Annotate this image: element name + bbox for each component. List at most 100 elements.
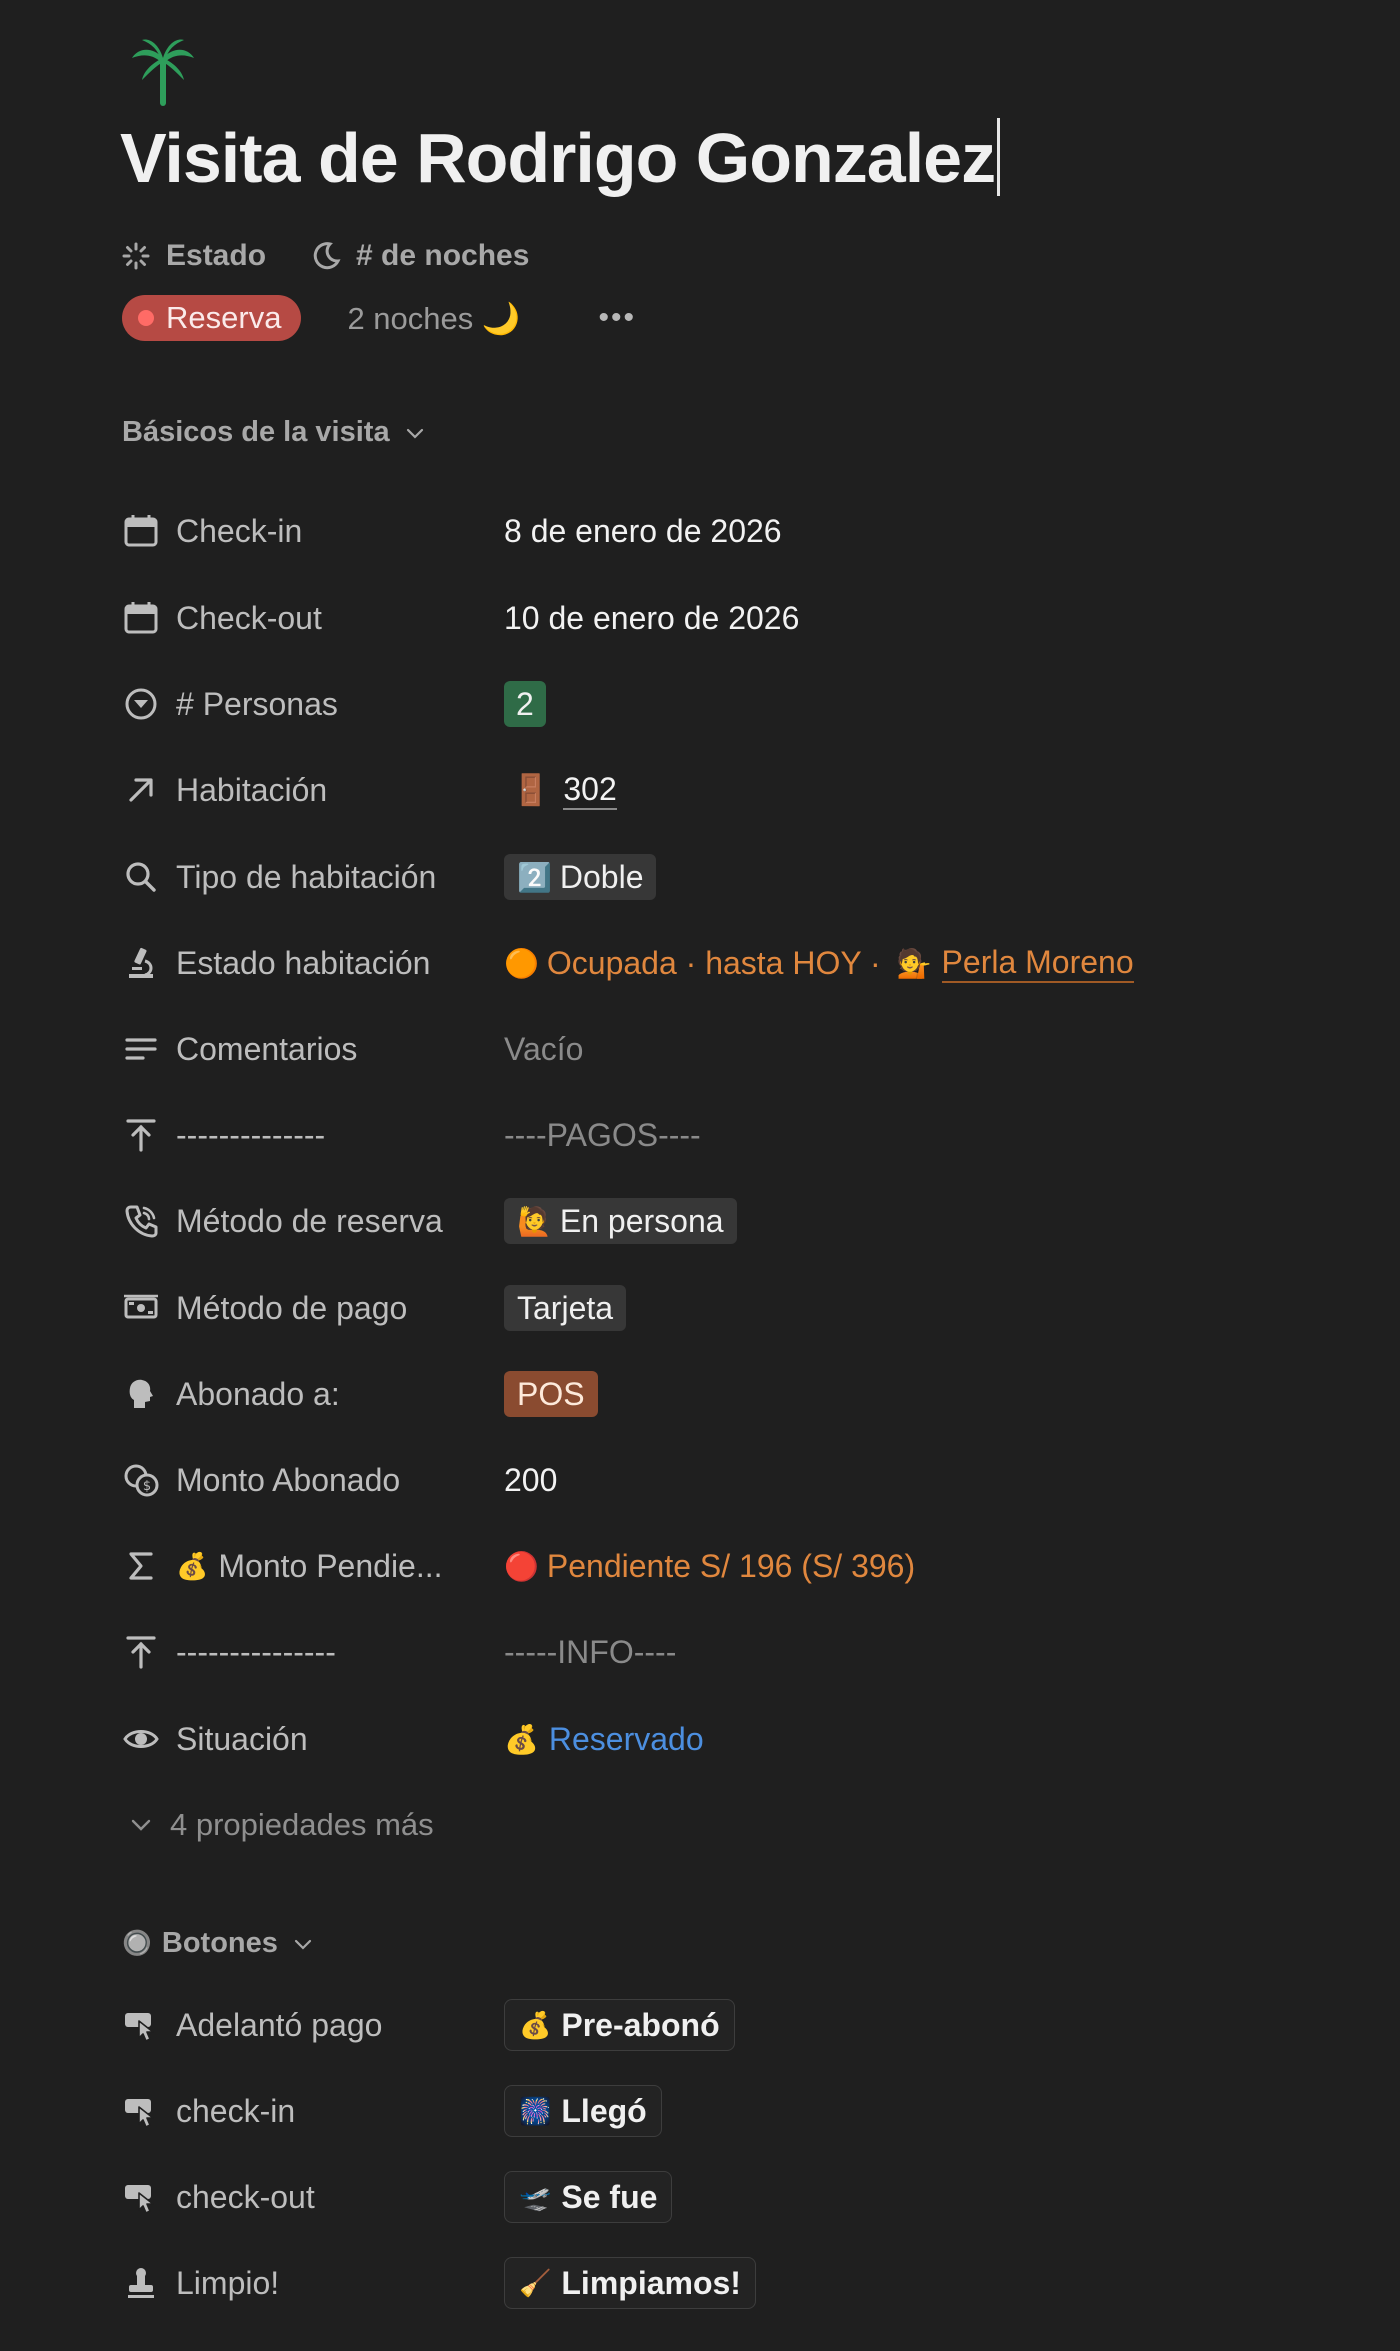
separator-value[interactable]: -----INFO---- <box>504 1634 676 1671</box>
property-row-separator-pagos[interactable]: -------------- ----PAGOS---- <box>120 1105 1320 1165</box>
chevron-down-icon <box>406 428 423 439</box>
property-row-check-in[interactable]: Check-in 8 de enero de 2026 <box>120 501 1320 561</box>
metodo-reserva-chip[interactable]: 🙋 En persona <box>504 1198 737 1244</box>
tipo-habitacion-chip[interactable]: 2️⃣ Doble <box>504 854 657 900</box>
property-row-metodo-pago[interactable]: Método de pago Tarjeta <box>120 1278 1320 1338</box>
broom-icon: 🧹 <box>519 2267 552 2298</box>
se-fue-button[interactable]: 🛫 Se fue <box>504 2171 673 2223</box>
property-name: Adelantó pago <box>176 2006 383 2043</box>
property-row-comentarios[interactable]: Comentarios Vacío <box>120 1019 1320 1079</box>
monto-pendiente-value[interactable]: Pendiente S/ 196 (S/ 396) <box>547 1548 915 1585</box>
button-row-check-out: check-out 🛫 Se fue <box>120 2167 1320 2227</box>
chevron-down-icon <box>294 1939 311 1950</box>
property-name: Abonado a: <box>176 1375 340 1412</box>
estado-habitacion-text[interactable]: Ocupada · hasta HOY · <box>547 945 881 982</box>
property-name: check-out <box>176 2178 315 2215</box>
pre-abono-button[interactable]: 💰 Pre-abonó <box>504 1999 735 2051</box>
more-properties-toggle[interactable]: 4 propiedades más <box>120 1795 1320 1855</box>
property-row-tipo-habitacion[interactable]: Tipo de habitación 2️⃣ Doble <box>120 847 1320 907</box>
top-properties-header: Estado # de noches <box>120 236 529 276</box>
property-name: Check-in <box>176 512 303 549</box>
door-icon: 🚪 <box>512 773 550 807</box>
button-label: Se fue <box>561 2178 658 2215</box>
section-header-basicos[interactable]: Básicos de la visita <box>122 416 426 449</box>
property-name: --------------- <box>176 1633 336 1670</box>
calendar-icon <box>122 512 160 550</box>
property-value[interactable]: 8 de enero de 2026 <box>504 513 782 550</box>
money-bag-icon: 💰 <box>176 1550 209 1581</box>
button-row-check-in: check-in 🎆 Llegó <box>120 2081 1320 2141</box>
section-label: Botones <box>161 1927 278 1959</box>
button-row-adelanto-pago: Adelantó pago 💰 Pre-abonó <box>120 1995 1320 2055</box>
page-title[interactable]: Visita de Rodrigo Gonzalez <box>120 118 1001 198</box>
property-row-abonado-a[interactable]: Abonado a: POS <box>120 1364 1320 1424</box>
property-row-situacion[interactable]: Situación 💰 Reservado <box>120 1709 1320 1769</box>
property-row-monto-abonado[interactable]: $ Monto Abonado 200 <box>120 1450 1320 1510</box>
property-row-habitacion[interactable]: Habitación 🚪 302 <box>120 760 1320 820</box>
habitacion-link[interactable]: 302 <box>563 770 617 810</box>
tipo-habitacion-label: Doble <box>559 858 644 895</box>
status-badge-label: Reserva <box>166 300 282 335</box>
text-cursor <box>997 118 1001 196</box>
stamp-icon <box>122 2264 160 2302</box>
property-name: Método de pago <box>176 1289 408 1326</box>
search-icon <box>122 858 160 896</box>
person-bust-icon <box>122 1375 160 1413</box>
click-hand-icon <box>122 2178 160 2216</box>
coins-icon: $ <box>122 1461 160 1499</box>
property-noches-label: # de noches <box>356 239 530 272</box>
red-circle-icon: 🔴 <box>504 1550 539 1582</box>
status-badge[interactable]: Reserva <box>122 295 302 341</box>
money-icon <box>122 1289 160 1327</box>
property-name: Estado habitación <box>176 944 431 981</box>
click-hand-icon <box>122 2092 160 2130</box>
property-value[interactable]: 10 de enero de 2026 <box>504 600 799 637</box>
property-name: Monto Pendie... <box>218 1547 443 1584</box>
property-name: check-in <box>176 2092 296 2129</box>
button-label: Llegó <box>561 2092 647 2129</box>
select-circle-icon <box>122 685 160 723</box>
fireworks-icon: 🎆 <box>519 2095 552 2126</box>
property-row-monto-pendiente[interactable]: 💰 Monto Pendie... 🔴 Pendiente S/ 196 (S/… <box>120 1536 1320 1596</box>
person-tipping-hand-icon: 💁 <box>896 947 932 979</box>
more-properties-button[interactable]: ••• <box>598 301 636 335</box>
button-label: Pre-abonó <box>561 2006 720 2043</box>
property-row-metodo-reserva[interactable]: Método de reserva 🙋 En persona <box>120 1191 1320 1251</box>
monto-abonado-value[interactable]: 200 <box>504 1462 557 1499</box>
person-link[interactable]: Perla Moreno <box>941 943 1134 983</box>
property-estado[interactable]: Estado <box>120 239 266 273</box>
palm-tree-icon[interactable] <box>130 36 196 108</box>
page-title-text[interactable]: Visita de Rodrigo Gonzalez <box>120 119 996 197</box>
metodo-pago-chip[interactable]: Tarjeta <box>504 1285 627 1331</box>
limpiamos-button[interactable]: 🧹 Limpiamos! <box>504 2257 756 2309</box>
property-name: Monto Abonado <box>176 1461 401 1498</box>
property-name: Método de reserva <box>176 1202 443 1239</box>
status-spinner-icon <box>120 240 152 272</box>
property-name: # Personas <box>176 685 338 722</box>
llego-button[interactable]: 🎆 Llegó <box>504 2085 662 2137</box>
section-header-botones[interactable]: 🔘 Botones <box>122 1927 314 1960</box>
eye-icon <box>122 1720 160 1758</box>
property-name: Habitación <box>176 771 328 808</box>
microscope-icon <box>122 944 160 982</box>
upload-arrow-icon <box>122 1116 160 1154</box>
separator-value[interactable]: ----PAGOS---- <box>504 1117 701 1154</box>
property-row-separator-info[interactable]: --------------- -----INFO---- <box>120 1622 1320 1682</box>
number-two-icon: 2️⃣ <box>517 861 552 893</box>
person-raising-hand-icon: 🙋 <box>517 1205 552 1237</box>
money-bag-icon: 💰 <box>519 2009 552 2040</box>
button-label: Limpiamos! <box>561 2264 741 2301</box>
property-noches[interactable]: # de noches <box>310 239 529 273</box>
property-name: Check-out <box>176 599 322 636</box>
situacion-value[interactable]: Reservado <box>549 1721 704 1758</box>
personas-chip[interactable]: 2 <box>504 681 546 727</box>
top-properties-values: Reserva 2 noches 🌙 ••• <box>122 294 636 342</box>
property-row-personas[interactable]: # Personas 2 <box>120 674 1320 734</box>
noches-value[interactable]: 2 noches 🌙 <box>347 300 520 337</box>
property-row-check-out[interactable]: Check-out 10 de enero de 2026 <box>120 588 1320 648</box>
abonado-chip[interactable]: POS <box>504 1371 598 1417</box>
comentarios-empty[interactable]: Vacío <box>504 1031 583 1068</box>
section-label: Básicos de la visita <box>122 416 390 448</box>
property-row-estado-habitacion[interactable]: Estado habitación 🟠 Ocupada · hasta HOY … <box>120 933 1320 993</box>
upload-arrow-icon <box>122 1633 160 1671</box>
